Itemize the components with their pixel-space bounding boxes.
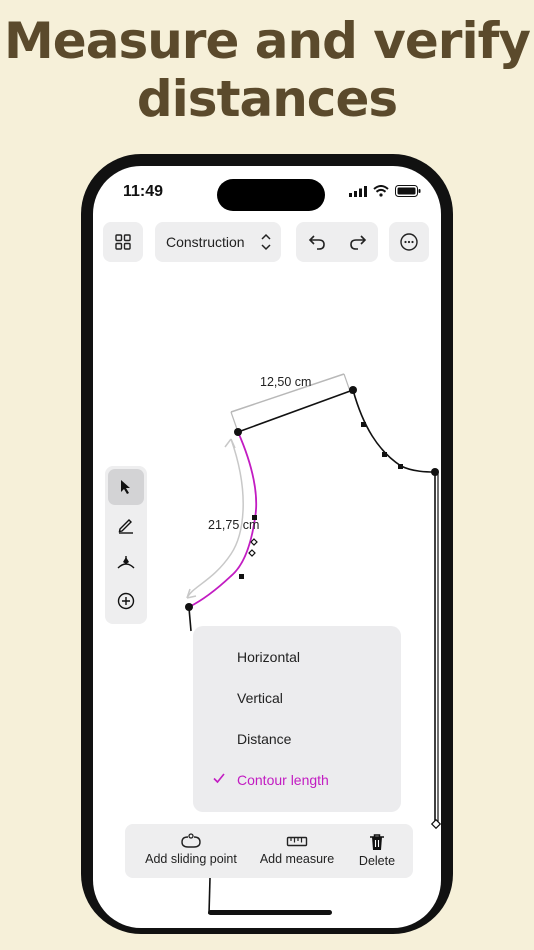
grid-icon	[115, 234, 131, 250]
armhole-point-2	[382, 452, 387, 457]
home-indicator	[208, 910, 332, 915]
side-point	[430, 818, 441, 830]
point-neck-top	[234, 428, 242, 436]
checkmark-icon	[213, 773, 225, 784]
measure-label-curve: 21,75 cm	[208, 518, 259, 532]
add-measure-label: Add measure	[259, 852, 335, 866]
menu-item-label: Contour length	[237, 772, 329, 788]
add-measure-button[interactable]: Add measure	[253, 824, 341, 878]
headline-line-2: distances	[136, 70, 398, 128]
menu-item-contour-length[interactable]: Contour length	[193, 760, 401, 801]
undo-icon[interactable]	[308, 234, 326, 250]
point-neck-bottom	[185, 603, 193, 611]
point-shoulder	[349, 386, 357, 394]
armhole-curve	[352, 389, 436, 473]
wifi-icon	[373, 185, 389, 197]
tool-palette	[105, 466, 147, 624]
menu-item-vertical[interactable]: Vertical	[193, 678, 401, 719]
chevron-up-down-icon	[261, 233, 271, 251]
plus-circle-icon	[117, 592, 135, 610]
delete-button[interactable]: Delete	[347, 824, 407, 878]
phone-frame: 12,50 cm 21,75 cm 11:49 Construction Hor…	[81, 154, 453, 934]
dynamic-island	[217, 179, 325, 211]
point-underarm	[431, 468, 439, 476]
cursor-icon	[121, 480, 130, 494]
trash-icon	[370, 834, 384, 850]
headline: Measure and verify distances	[0, 12, 534, 128]
undo-redo-group	[296, 222, 378, 262]
grid-button[interactable]	[103, 222, 143, 262]
delete-label: Delete	[358, 854, 396, 868]
shoulder-line	[237, 389, 354, 433]
sliding-point-2	[248, 549, 256, 557]
armhole-point-3	[398, 464, 403, 469]
mode-selector[interactable]: Construction	[155, 222, 281, 262]
sliding-point-icon	[181, 833, 201, 848]
armhole-point-1	[361, 422, 366, 427]
add-sliding-point-button[interactable]: Add sliding point	[133, 824, 249, 878]
mode-label: Construction	[166, 234, 245, 250]
action-bar: Add sliding point Add measure Delete	[125, 824, 413, 878]
add-tool[interactable]	[108, 583, 144, 619]
measure-type-menu: Horizontal Vertical Distance Contour len…	[193, 626, 401, 812]
menu-item-horizontal[interactable]: Horizontal	[193, 637, 401, 678]
draw-tool[interactable]	[108, 507, 144, 543]
menu-item-label: Distance	[237, 731, 292, 747]
more-icon	[400, 233, 418, 251]
more-button[interactable]	[389, 222, 429, 262]
select-tool[interactable]	[108, 469, 144, 505]
measure-label-horizontal: 12,50 cm	[260, 375, 311, 389]
sliding-point-1	[250, 538, 258, 546]
headline-line-1: Measure and verify	[4, 12, 531, 70]
ruler-icon	[286, 836, 308, 847]
add-sliding-point-label: Add sliding point	[145, 852, 237, 866]
menu-item-label: Horizontal	[237, 649, 301, 665]
anchor-point-icon	[117, 556, 135, 569]
menu-item-label: Vertical	[237, 690, 283, 706]
center-front-line	[188, 607, 192, 632]
pencil-icon	[118, 519, 133, 534]
battery-icon	[395, 185, 421, 197]
neck-point-2	[239, 574, 244, 579]
redo-icon[interactable]	[349, 234, 367, 250]
status-icons	[349, 185, 421, 197]
menu-item-distance[interactable]: Distance	[193, 719, 401, 760]
point-tool[interactable]	[108, 545, 144, 581]
status-time: 11:49	[123, 183, 164, 200]
bottom-vertical-line	[208, 877, 211, 915]
signal-icon	[349, 185, 367, 197]
app-screen: 12,50 cm 21,75 cm 11:49 Construction Hor…	[93, 166, 441, 928]
